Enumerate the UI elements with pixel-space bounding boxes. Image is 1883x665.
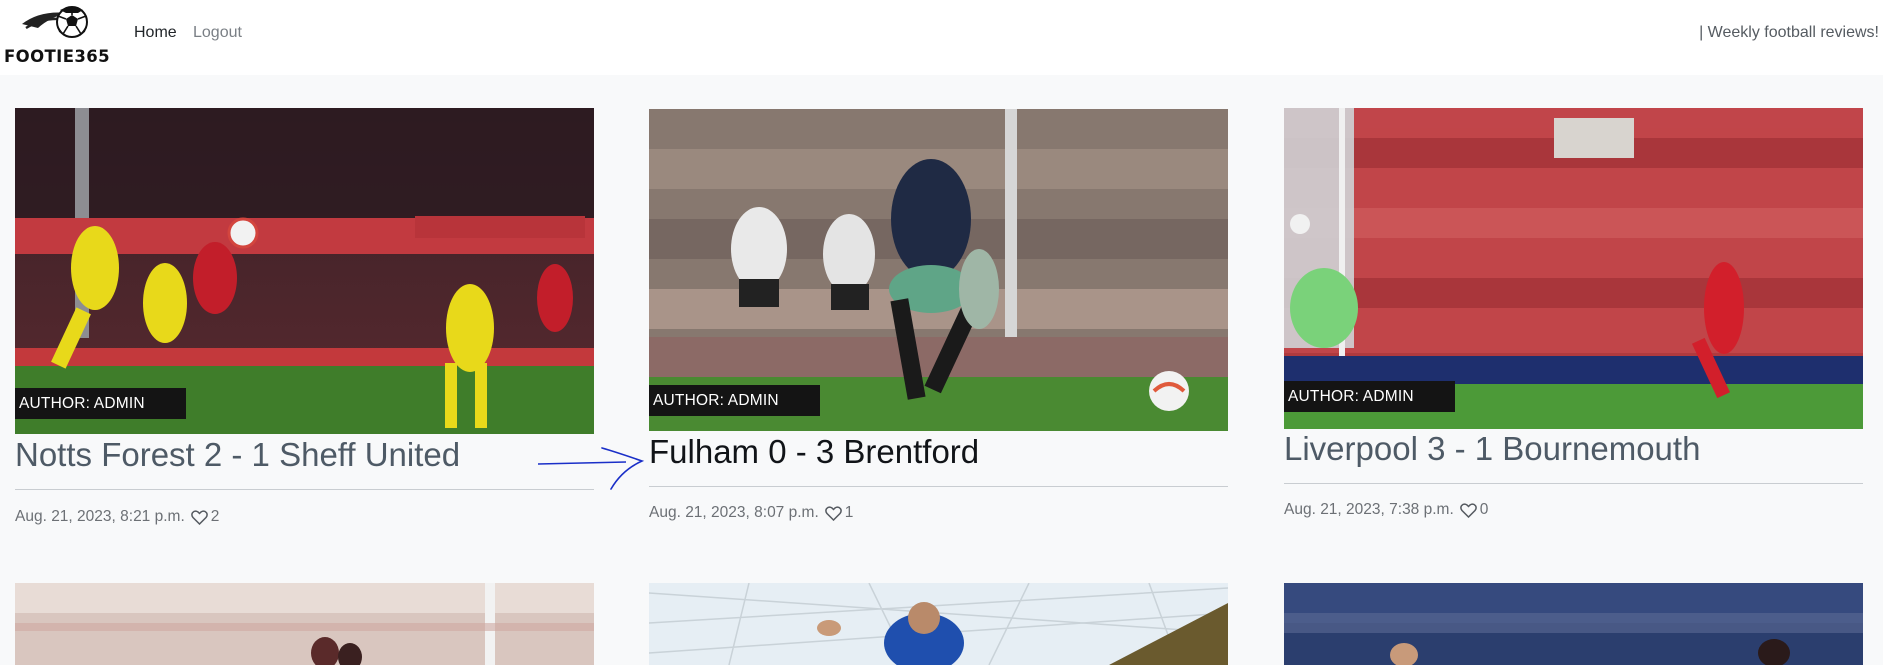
match-photo [15, 108, 594, 434]
heart-icon[interactable] [1459, 502, 1477, 518]
card-divider [649, 486, 1228, 487]
like-count: 1 [844, 504, 854, 521]
author-badge: AUTHOR: ADMIN [1284, 381, 1455, 412]
post-image[interactable]: AUTHOR: ADMIN [15, 108, 594, 434]
card-divider [1284, 483, 1863, 484]
top-navbar: FOOTIE365 Home Logout | Weekly football … [0, 0, 1883, 75]
nav-home-link[interactable]: Home [134, 24, 177, 42]
post-title-link[interactable]: Liverpool 3 - 1 Bournemouth [1284, 430, 1700, 468]
like-count: 0 [1479, 501, 1489, 518]
post-image[interactable]: AUTHOR: ADMIN [1284, 108, 1863, 429]
football-logo-icon [22, 6, 88, 38]
card-divider [15, 489, 594, 490]
match-photo [1284, 583, 1863, 665]
match-photo [649, 109, 1228, 431]
heart-icon[interactable] [190, 509, 208, 525]
post-title-link[interactable]: Fulham 0 - 3 Brentford [649, 433, 979, 471]
site-tagline: | Weekly football reviews! [1699, 24, 1879, 41]
post-title-link[interactable]: Notts Forest 2 - 1 Sheff United [15, 436, 460, 474]
post-date: Aug. 21, 2023, 8:07 p.m. [649, 504, 819, 521]
like-count: 2 [210, 508, 220, 525]
annotation-arrow-icon [537, 447, 645, 490]
post-image[interactable] [15, 583, 594, 665]
post-meta: Aug. 21, 2023, 8:21 p.m. 2 [15, 508, 219, 526]
match-photo [15, 583, 594, 665]
nav-logout-link[interactable]: Logout [193, 24, 242, 42]
post-image[interactable] [1284, 583, 1863, 665]
author-badge: AUTHOR: ADMIN [15, 388, 186, 419]
author-badge: AUTHOR: ADMIN [649, 385, 820, 416]
brand-link[interactable]: FOOTIE365 [4, 4, 111, 66]
post-meta: Aug. 21, 2023, 7:38 p.m. 0 [1284, 501, 1488, 519]
heart-icon[interactable] [824, 505, 842, 521]
match-photo [649, 583, 1228, 665]
brand-name: FOOTIE365 [4, 47, 111, 66]
post-date: Aug. 21, 2023, 7:38 p.m. [1284, 501, 1454, 518]
post-image[interactable]: AUTHOR: ADMIN [649, 109, 1228, 431]
post-meta: Aug. 21, 2023, 8:07 p.m. 1 [649, 504, 853, 522]
post-date: Aug. 21, 2023, 8:21 p.m. [15, 508, 185, 525]
post-image[interactable] [649, 583, 1228, 665]
